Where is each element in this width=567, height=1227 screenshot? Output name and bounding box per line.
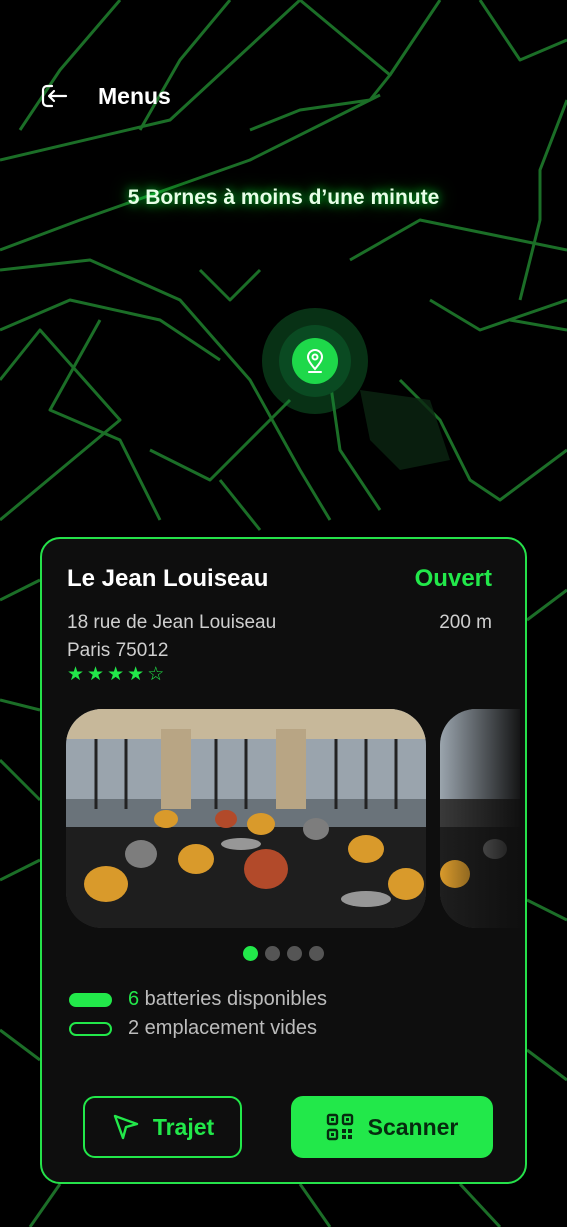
- batteries-label: batteries disponibles: [139, 988, 328, 1010]
- address-line-1: 18 rue de Jean Louiseau: [67, 612, 277, 633]
- status-badge: Ouvert: [414, 565, 492, 592]
- restaurant-photo-next[interactable]: [440, 709, 520, 928]
- trajet-button[interactable]: Trajet: [83, 1096, 242, 1158]
- trajet-label: Trajet: [152, 1113, 215, 1140]
- battery-full-icon: [69, 992, 112, 1007]
- page-title: Menus: [98, 82, 171, 109]
- carousel-dot[interactable]: [309, 946, 324, 961]
- station-address: 18 rue de Jean Louiseau Paris 75012: [67, 609, 276, 665]
- location-marker-core: [292, 338, 338, 384]
- nearby-stations-text: 5 Bornes à moins d’une minute: [127, 186, 440, 209]
- carousel-dot[interactable]: [243, 946, 258, 961]
- station-card[interactable]: Le Jean Louiseau Ouvert 18 rue de Jean L…: [40, 537, 527, 1184]
- navigation-arrow-icon: [113, 1114, 139, 1140]
- station-name: Le Jean Louiseau: [67, 565, 269, 592]
- empty-slots-label: 2 emplacement vides: [128, 1017, 317, 1039]
- location-marker[interactable]: [262, 308, 368, 414]
- star-filled-icon: ★: [127, 664, 145, 685]
- star-filled-icon: ★: [67, 664, 85, 685]
- star-filled-icon: ★: [107, 664, 125, 685]
- star-empty-icon: ☆: [147, 664, 165, 685]
- back-arrow-icon: [41, 84, 68, 108]
- scanner-button[interactable]: Scanner: [291, 1096, 493, 1158]
- carousel-dot[interactable]: [265, 946, 280, 961]
- batteries-text: 6 batteries disponibles: [128, 988, 327, 1011]
- carousel-dots: [42, 946, 525, 961]
- location-marker-ring: [279, 325, 351, 397]
- rating-stars: ★ ★ ★ ★ ☆: [67, 665, 164, 685]
- back-button[interactable]: [38, 80, 70, 112]
- empty-slots: 2 emplacement vides: [69, 1017, 317, 1040]
- qr-code-icon: [326, 1113, 353, 1141]
- restaurant-photo[interactable]: [66, 709, 426, 928]
- batteries-count: 6: [128, 988, 140, 1010]
- header: Menus: [38, 80, 171, 112]
- battery-empty-icon: [69, 1021, 112, 1036]
- star-filled-icon: ★: [87, 664, 105, 685]
- batteries-available: 6 batteries disponibles: [69, 988, 327, 1011]
- location-pin-icon: [306, 349, 324, 373]
- station-distance: 200 m: [439, 612, 492, 633]
- carousel-dot[interactable]: [287, 946, 302, 961]
- address-line-2: Paris 75012: [67, 640, 169, 661]
- scanner-label: Scanner: [367, 1113, 459, 1140]
